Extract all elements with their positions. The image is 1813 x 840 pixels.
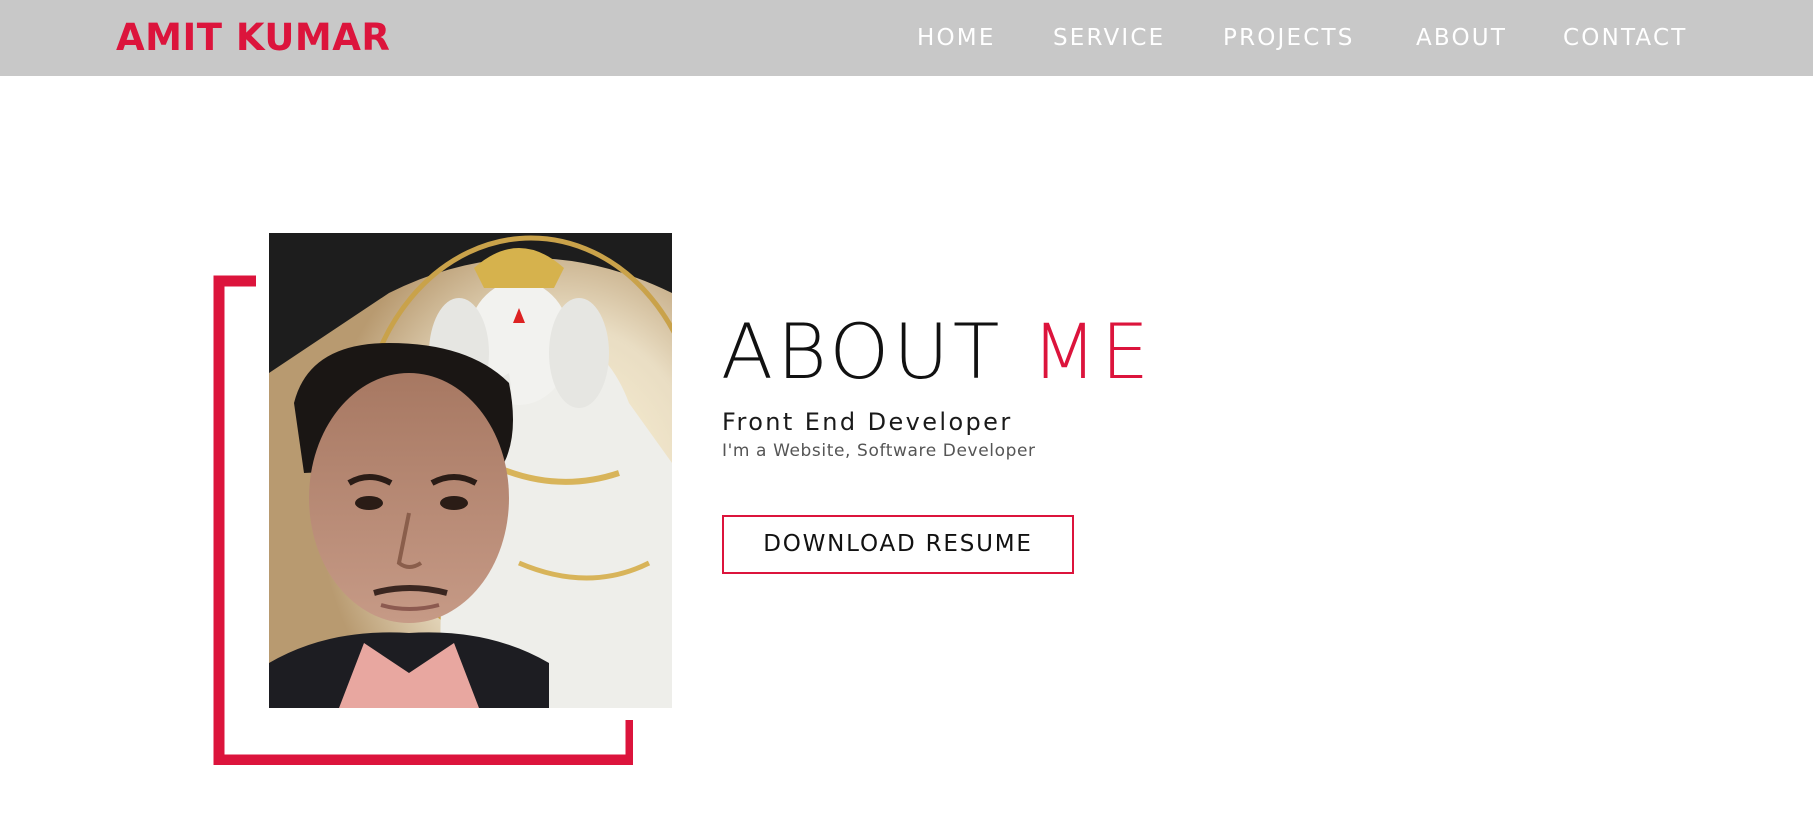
nav-projects[interactable]: PROJECTS [1223, 24, 1355, 52]
navbar: AMIT KUMAR HOME SERVICE PROJECTS ABOUT C… [0, 0, 1813, 76]
nav-home[interactable]: HOME [917, 24, 996, 52]
about-heading-main: ABOUT [721, 307, 1032, 396]
profile-photo [269, 233, 672, 708]
job-role: Front End Developer [722, 408, 1013, 436]
nav-service[interactable]: SERVICE [1053, 24, 1165, 52]
nav-contact[interactable]: CONTACT [1563, 24, 1687, 52]
tagline: I'm a Website, Software Developer [722, 441, 1036, 461]
nav-about[interactable]: ABOUT [1416, 24, 1507, 52]
about-heading: ABOUT ME [721, 306, 1153, 398]
about-heading-accent: ME [1031, 307, 1154, 396]
brand-logo[interactable]: AMIT KUMAR [116, 16, 390, 60]
download-resume-button[interactable]: DOWNLOAD RESUME [722, 515, 1074, 574]
